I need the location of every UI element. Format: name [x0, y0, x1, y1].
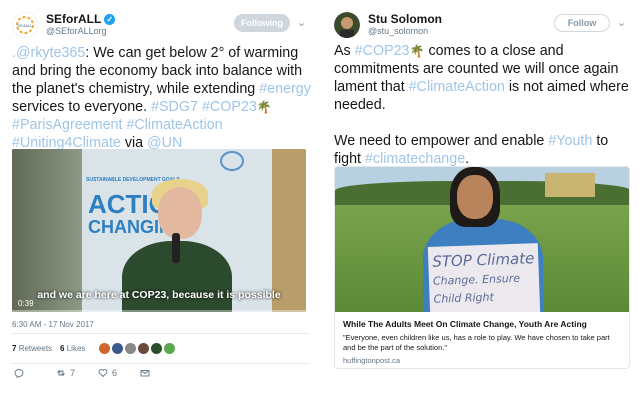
video-time: 0:39	[18, 299, 34, 308]
display-name[interactable]: Stu Solomon	[368, 12, 442, 26]
chevron-down-icon[interactable]: ⌄	[297, 16, 306, 29]
video-background	[12, 149, 82, 312]
user-handle[interactable]: @stu_solomon	[368, 26, 428, 36]
un-logo-icon	[220, 151, 244, 171]
display-name-row: Stu Solomon	[368, 12, 442, 26]
like-count: 6	[112, 368, 118, 378]
girl-face	[457, 175, 493, 219]
retweets-label: Retweets	[18, 344, 53, 353]
liker-avatar[interactable]	[138, 343, 150, 354]
text-run: We need to empower and enable	[334, 133, 549, 149]
follow-button[interactable]: Follow	[554, 14, 610, 32]
reply-button[interactable]	[14, 368, 56, 378]
tweet-stats: 7 Retweets 6 Likes	[12, 343, 176, 354]
video-progress-bar[interactable]	[12, 310, 306, 312]
hashtag-link[interactable]: #COP23	[355, 43, 410, 59]
tweet-seforall: SE4ALL SEforALL ✓ @SEforALLorg Following…	[0, 0, 322, 400]
hashtag-link[interactable]: #ClimateAction	[409, 79, 505, 95]
likes-label: Likes	[66, 344, 86, 353]
chevron-down-icon[interactable]: ⌄	[617, 16, 626, 29]
reply-icon	[14, 369, 24, 378]
link-card[interactable]: STOP Climate Change. Ensure Child Right …	[334, 166, 630, 369]
hashtag-link[interactable]: #ClimateAction	[126, 117, 222, 133]
card-description: "Everyone, even children like us, has a …	[343, 333, 610, 352]
hashtag-link[interactable]: #Youth	[548, 133, 592, 149]
tweet-text: As #COP23🌴 comes to a close and commitme…	[334, 42, 629, 168]
likes-stat[interactable]: 6 Likes	[60, 344, 85, 353]
palm-tree-emoji-icon: 🌴	[409, 44, 425, 58]
tweet-stu-solomon: Stu Solomon @stu_solomon Follow ⌄ As #CO…	[322, 0, 642, 400]
envelope-icon	[140, 370, 150, 377]
video-background-right	[272, 149, 306, 312]
divider	[12, 333, 310, 334]
photo-building	[545, 173, 595, 197]
video-subtitle: and we are here at COP23, because it is …	[37, 289, 281, 301]
retweet-count: 7	[70, 368, 76, 378]
palm-tree-emoji-icon: 🌴	[256, 100, 272, 114]
liker-avatar[interactable]	[112, 343, 124, 354]
user-handle[interactable]: @SEforALLorg	[46, 26, 107, 36]
microphone	[172, 233, 180, 263]
hashtag-link[interactable]: #COP23	[202, 99, 257, 115]
liker-avatars	[99, 343, 176, 354]
hashtag-link[interactable]: #climatechange	[365, 151, 465, 167]
hashtag-link[interactable]: #ParisAgreement	[12, 117, 122, 133]
card-photo: STOP Climate Change. Ensure Child Right	[335, 167, 629, 312]
text-run: .	[465, 151, 470, 167]
sign-line-3: Child Right	[433, 290, 495, 306]
avatar[interactable]	[334, 12, 360, 38]
direct-message-button[interactable]	[140, 368, 182, 378]
retweet-button[interactable]: 7	[56, 368, 98, 378]
heart-icon	[98, 369, 108, 378]
video-player[interactable]: SUSTAINABLE DEVELOPMENT GOALS ACTION CHA…	[12, 149, 306, 312]
verified-icon: ✓	[104, 13, 116, 25]
liker-avatar[interactable]	[99, 343, 111, 354]
tweet-timestamp[interactable]: 6:30 AM - 17 Nov 2017	[12, 320, 94, 329]
svg-text:SE4ALL: SE4ALL	[18, 23, 33, 28]
retweet-icon	[57, 370, 65, 376]
sign-line-2: Change. Ensure	[432, 271, 521, 288]
mention-link[interactable]: .@rkyte365	[12, 45, 85, 61]
retweets-stat[interactable]: 7 Retweets	[12, 344, 52, 353]
divider	[12, 363, 310, 364]
tweet-text: .@rkyte365: We can get below 2° of warmi…	[12, 44, 312, 152]
text-run: As	[334, 43, 355, 59]
liker-avatar[interactable]	[151, 343, 163, 354]
hashtag-link[interactable]: #energy	[259, 81, 311, 97]
card-domain: huffingtonpost.ca	[343, 356, 400, 365]
speaker-head	[158, 187, 202, 239]
tweet-actions: 7 6	[14, 368, 182, 378]
like-button[interactable]: 6	[98, 368, 140, 378]
display-name[interactable]: SEforALL	[46, 12, 101, 26]
text-run: services to everyone.	[12, 99, 152, 115]
sign-line-1: STOP Climate	[432, 249, 535, 271]
following-button[interactable]: Following	[234, 14, 290, 32]
protest-sign: STOP Climate Change. Ensure Child Right	[427, 243, 541, 312]
card-title: While The Adults Meet On Climate Change,…	[343, 319, 587, 329]
hashtag-link[interactable]: #SDG7	[151, 99, 198, 115]
avatar[interactable]: SE4ALL	[12, 12, 38, 38]
retweets-count: 7	[12, 344, 17, 353]
liker-avatar[interactable]	[164, 343, 176, 354]
liker-avatar[interactable]	[125, 343, 137, 354]
display-name-row: SEforALL ✓	[46, 12, 116, 26]
likes-count: 6	[60, 344, 65, 353]
